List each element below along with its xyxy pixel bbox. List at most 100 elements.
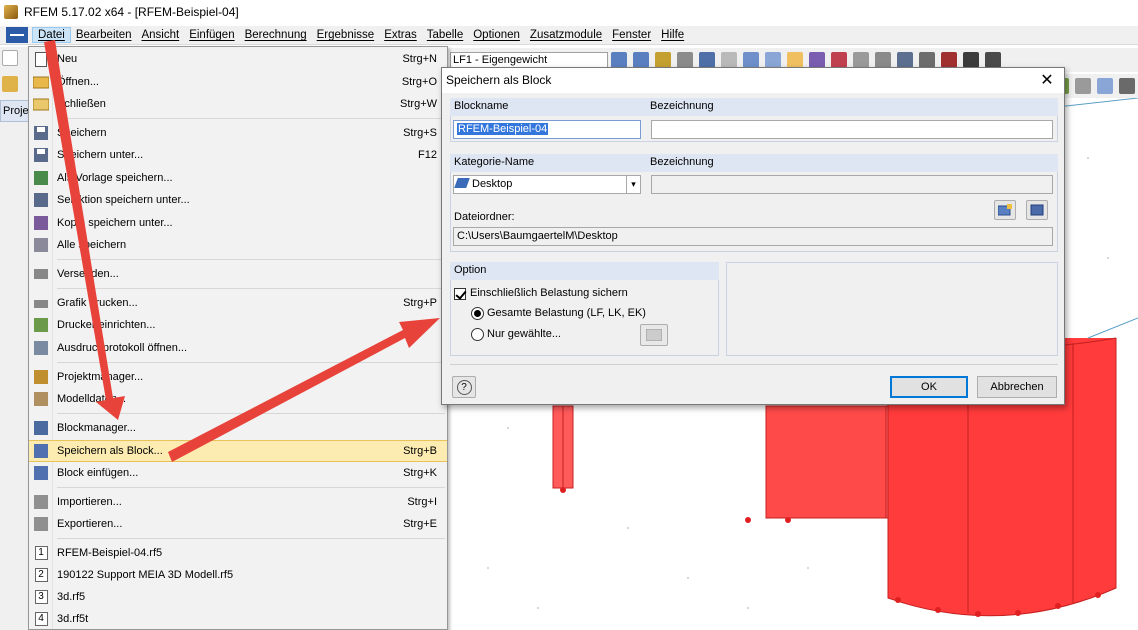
layers-icon[interactable]: [1097, 78, 1113, 94]
menu-einfuegen[interactable]: Einfügen: [184, 28, 239, 42]
loadcase-combo[interactable]: LF1 - Eigengewicht: [450, 51, 608, 69]
open-icon[interactable]: [2, 76, 18, 92]
prev-icon[interactable]: [611, 52, 627, 68]
include-loads-checkbox[interactable]: [454, 288, 466, 300]
radio-selected-loads-label: Nur gewählte...: [487, 328, 561, 340]
folder-new-icon: [998, 204, 1012, 216]
printout-report-icon: [33, 340, 49, 356]
menu-hilfe[interactable]: Hilfe: [656, 28, 689, 42]
menu-ergebnisse[interactable]: Ergebnisse: [312, 28, 380, 42]
menu-item-grafik-drucken[interactable]: Grafik drucken... Strg+P: [29, 292, 447, 314]
menu-item-drucker-einrichten[interactable]: Drucker einrichten...: [29, 314, 447, 336]
table-icon[interactable]: [721, 52, 737, 68]
blockname-input[interactable]: RFEM-Beispiel-04: [453, 120, 641, 139]
menu-item-block-einfuegen[interactable]: Block einfügen... Strg+K: [29, 462, 447, 484]
chevron-down-icon[interactable]: ▾: [626, 176, 640, 193]
dimension-icon[interactable]: [875, 52, 891, 68]
menu-bearbeiten[interactable]: Bearbeiten: [71, 28, 137, 42]
menu-zusatzmodule[interactable]: Zusatzmodule: [525, 28, 607, 42]
menu-ansicht[interactable]: Ansicht: [136, 28, 184, 42]
active-view-icon[interactable]: [787, 52, 803, 68]
values-icon[interactable]: [677, 52, 693, 68]
settings-icon[interactable]: [985, 52, 1001, 68]
menu-separator: [57, 413, 445, 414]
menu-item-recent-1[interactable]: 1 RFEM-Beispiel-04.rf5: [29, 542, 447, 564]
window-title: RFEM 5.17.02 x64 - [RFEM-Beispiel-04]: [24, 5, 239, 19]
bezeichnung2-input[interactable]: [651, 175, 1053, 194]
more-icon[interactable]: [1119, 78, 1135, 94]
next-icon[interactable]: [633, 52, 649, 68]
model-icon[interactable]: [919, 52, 935, 68]
ok-button[interactable]: OK: [890, 376, 968, 398]
menu-item-speichern[interactable]: Speichern Strg+S: [29, 122, 447, 144]
new-file-icon: [33, 51, 49, 67]
menu-extras[interactable]: Extras: [379, 28, 422, 42]
kategorie-select[interactable]: Desktop: [453, 175, 641, 194]
menu-tabelle[interactable]: Tabelle: [422, 28, 468, 42]
measure-icon[interactable]: [897, 52, 913, 68]
menu-item-projektmanager[interactable]: Projektmanager...: [29, 366, 447, 388]
menu-item-selektion[interactable]: Selektion speichern unter...: [29, 189, 447, 211]
save-as-block-dialog: Speichern als Block ✕ Blockname Bezeichn…: [441, 67, 1065, 405]
menu-item-blockmanager[interactable]: Blockmanager...: [29, 417, 447, 439]
menu-item-alle-speichern[interactable]: Alle speichern: [29, 234, 447, 256]
left-toolbar-strip: [0, 47, 30, 630]
new-file-icon[interactable]: [2, 50, 18, 66]
help-button[interactable]: ?: [452, 376, 476, 398]
selection-save-icon: [33, 192, 49, 208]
menu-item-recent-2[interactable]: 2 190122 Support MEIA 3D Modell.rf5: [29, 564, 447, 586]
menu-item-speichern-unter[interactable]: Speichern unter... F12: [29, 144, 447, 166]
dialog-title: Speichern als Block: [446, 73, 552, 87]
member-icon[interactable]: [809, 52, 825, 68]
edit-category-button[interactable]: [1026, 200, 1048, 220]
bezeichnung-input[interactable]: [651, 120, 1053, 139]
results-icon[interactable]: [655, 52, 671, 68]
bezeichnung2-header: Bezeichnung: [646, 154, 1058, 172]
view-icon[interactable]: [699, 52, 715, 68]
export-icon: [33, 516, 49, 532]
menu-item-ausdruckprotokoll[interactable]: Ausdruckprotokoll öffnen...: [29, 337, 447, 359]
project-manager-icon: [33, 369, 49, 385]
section-icon[interactable]: [853, 52, 869, 68]
menu-item-schliessen[interactable]: Schließen Strg+W: [29, 93, 447, 115]
system-menu-icon[interactable]: [6, 27, 28, 43]
select-loads-button[interactable]: [640, 324, 668, 346]
tools-icon[interactable]: [963, 52, 979, 68]
menu-optionen[interactable]: Optionen: [468, 28, 525, 42]
menu-item-oeffnen[interactable]: Öffnen... Strg+O: [29, 71, 447, 93]
radio-selected-loads[interactable]: [471, 328, 484, 341]
support-icon[interactable]: [831, 52, 847, 68]
project-navigator-tab[interactable]: Proje: [0, 100, 30, 122]
radio-all-loads-label: Gesamte Belastung (LF, LK, EK): [487, 307, 646, 319]
radio-all-loads[interactable]: [471, 307, 484, 320]
recent-number: 1: [34, 546, 48, 560]
lines-icon[interactable]: [1075, 78, 1091, 94]
block-edit-icon: [1030, 204, 1044, 216]
menu-item-recent-3[interactable]: 3 3d.rf5: [29, 586, 447, 608]
open-folder-icon: [33, 74, 49, 90]
menu-datei[interactable]: Datei: [32, 27, 71, 43]
save-icon: [33, 125, 49, 141]
menu-item-recent-4[interactable]: 4 3d.rf5t: [29, 608, 447, 630]
menu-berechnung[interactable]: Berechnung: [240, 28, 312, 42]
render-icon[interactable]: [765, 52, 781, 68]
new-category-button[interactable]: [994, 200, 1016, 220]
menu-item-exportieren[interactable]: Exportieren... Strg+E: [29, 513, 447, 535]
dateiordner-label: Dateiordner:: [454, 211, 515, 223]
menu-item-versenden[interactable]: Versenden...: [29, 263, 447, 285]
menu-item-vorlage[interactable]: Als Vorlage speichern...: [29, 167, 447, 189]
menu-item-neu[interactable]: Neu Strg+N: [29, 48, 447, 70]
menu-item-importieren[interactable]: Importieren... Strg+I: [29, 491, 447, 513]
template-save-icon: [33, 170, 49, 186]
menu-fenster[interactable]: Fenster: [607, 28, 656, 42]
list-select-icon: [646, 329, 662, 341]
menu-item-speichern-als-block[interactable]: Speichern als Block... Strg+B: [29, 440, 447, 462]
option-preview-panel: [726, 262, 1058, 356]
close-icon[interactable]: ✕: [1038, 70, 1056, 90]
cancel-button[interactable]: Abbrechen: [977, 376, 1057, 398]
menu-item-kopie[interactable]: Kopie speichern unter...: [29, 212, 447, 234]
menu-item-modelldaten[interactable]: Modelldaten...: [29, 388, 447, 410]
grid-icon[interactable]: [743, 52, 759, 68]
printer-setup-icon: [33, 317, 49, 333]
delete-icon[interactable]: [941, 52, 957, 68]
